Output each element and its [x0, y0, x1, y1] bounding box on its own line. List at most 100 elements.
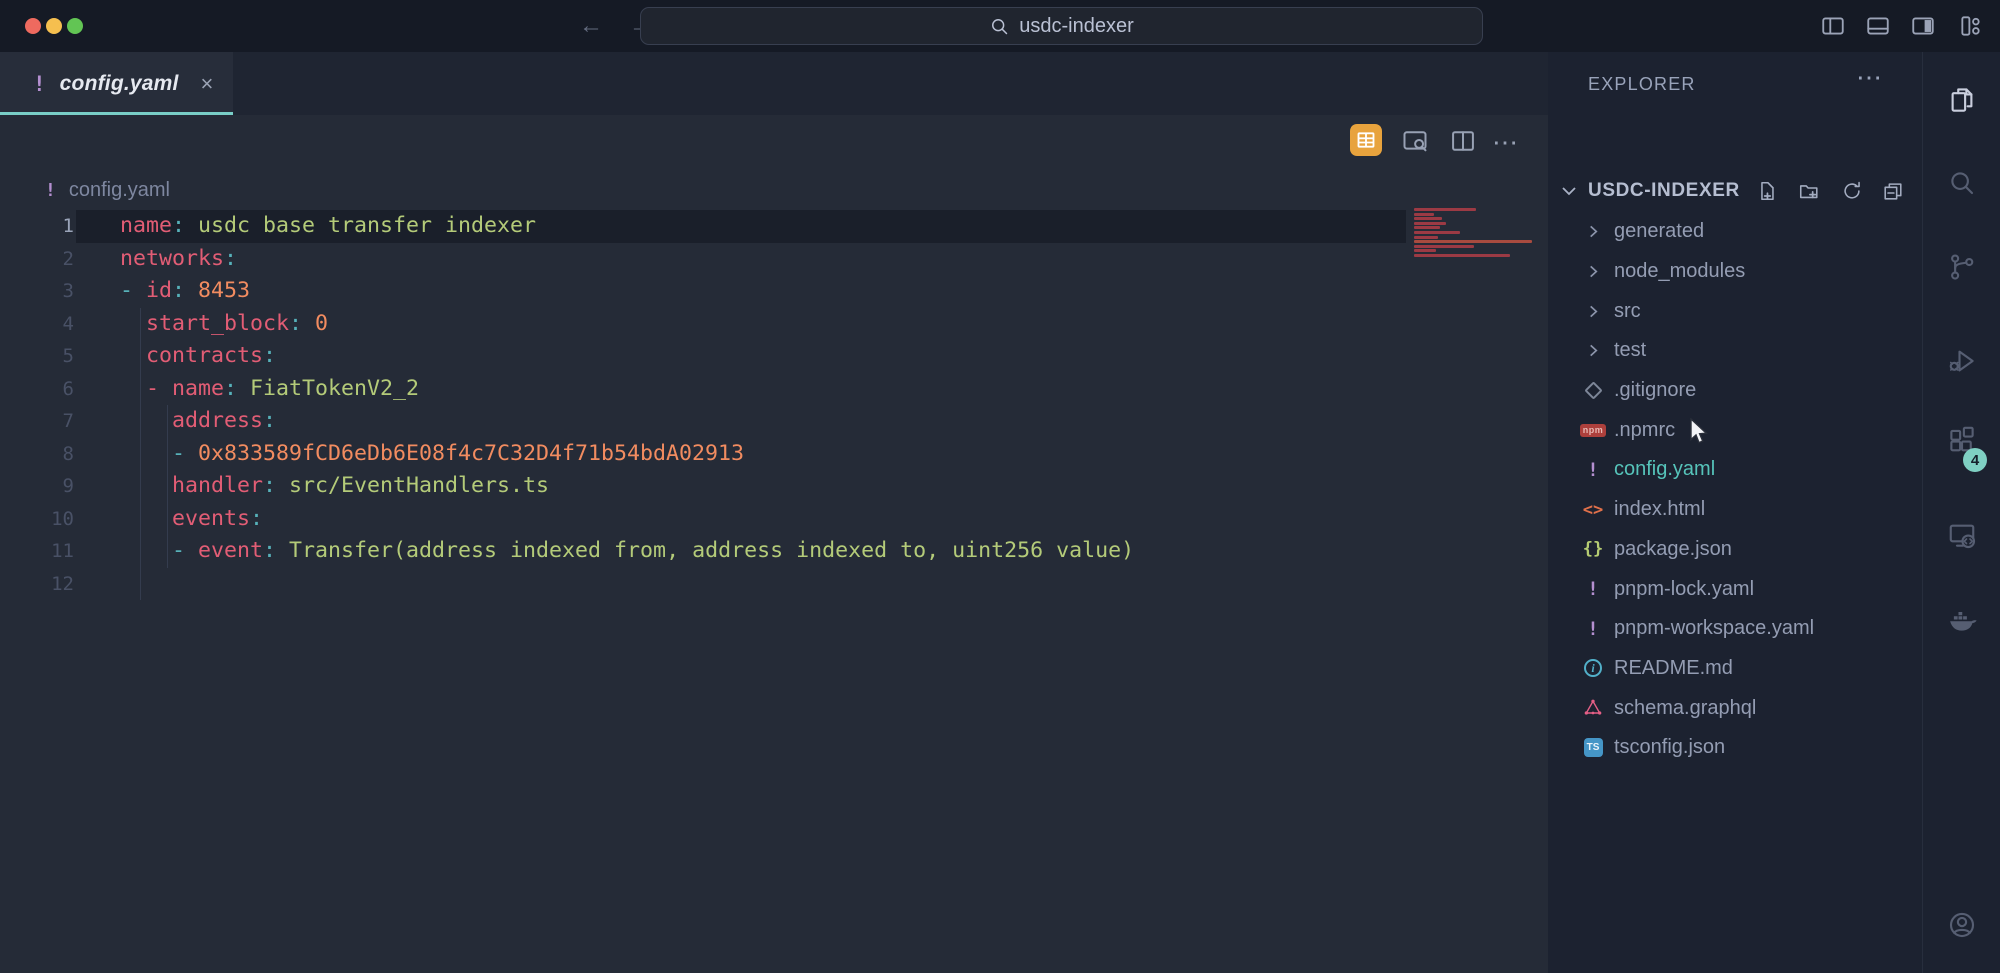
- folder-name: test: [1614, 339, 1646, 362]
- vscode-window: { "titlebar": { "search": { "value": "us…: [0, 0, 2000, 973]
- line-number: 9: [0, 470, 74, 503]
- line-number: 11: [0, 535, 74, 568]
- split-editor-icon[interactable]: [1449, 127, 1477, 155]
- chevron-right-icon: [1580, 224, 1606, 239]
- tab-label: config.yaml: [60, 72, 179, 96]
- collapse-all-icon[interactable]: [1882, 180, 1904, 202]
- folder-row[interactable]: node_modules: [1548, 252, 1922, 292]
- minimize-button[interactable]: [46, 18, 62, 34]
- editor-group: ! config.yaml × ⋯ ! config.yaml 12345678…: [0, 52, 1548, 973]
- customize-layout-icon[interactable]: [1958, 13, 1984, 39]
- chevron-right-icon: [1580, 264, 1606, 279]
- file-name: index.html: [1614, 498, 1705, 521]
- source-control-icon[interactable]: [1947, 252, 1977, 282]
- code-line: [120, 568, 1134, 601]
- search-icon[interactable]: [1947, 168, 1977, 198]
- line-number: 1: [0, 210, 74, 243]
- chevron-right-icon: [1580, 304, 1606, 319]
- toggle-panel-icon[interactable]: [1865, 13, 1891, 39]
- close-tab-icon[interactable]: ×: [201, 71, 214, 97]
- file-row[interactable]: ! pnpm-lock.yaml: [1548, 569, 1922, 609]
- new-file-icon[interactable]: [1756, 180, 1778, 202]
- info-icon: i: [1580, 659, 1606, 677]
- json-icon: {}: [1580, 539, 1606, 559]
- run-debug-icon[interactable]: [1947, 346, 1977, 376]
- open-preview-icon[interactable]: [1401, 127, 1429, 155]
- folder-row[interactable]: test: [1548, 331, 1922, 371]
- file-name: pnpm-lock.yaml: [1614, 578, 1754, 601]
- folder-name: generated: [1614, 220, 1704, 243]
- file-name: schema.graphql: [1614, 697, 1756, 720]
- activity-bar: 4: [1922, 52, 2000, 973]
- yaml-icon: !: [33, 72, 46, 96]
- minimap[interactable]: [1410, 202, 1548, 272]
- file-row[interactable]: ! pnpm-workspace.yaml: [1548, 609, 1922, 649]
- mouse-cursor: [1688, 418, 1709, 445]
- explorer-title: EXPLORER: [1588, 74, 1696, 95]
- code-line: - name: FiatTokenV2_2: [120, 373, 1134, 406]
- remote-explorer-icon[interactable]: [1947, 520, 1977, 550]
- line-number: 4: [0, 308, 74, 341]
- code-line: networks:: [120, 243, 1134, 276]
- tab-bar: ! config.yaml ×: [0, 52, 1548, 115]
- code-line: events:: [120, 503, 1134, 536]
- line-number: 7: [0, 405, 74, 438]
- code-line: start_block: 0: [120, 308, 1134, 341]
- toggle-primary-sidebar-icon[interactable]: [1820, 13, 1846, 39]
- search-value: usdc-indexer: [1019, 15, 1134, 38]
- git-icon: [1580, 384, 1606, 397]
- tab-config-yaml[interactable]: ! config.yaml ×: [0, 52, 233, 115]
- explorer-sidebar: EXPLORER ⋯ USDC-INDEXER generated node_m…: [1548, 52, 1922, 973]
- file-row[interactable]: <> index.html: [1548, 490, 1922, 530]
- file-row[interactable]: i README.md: [1548, 649, 1922, 689]
- nav-back-button[interactable]: ←: [574, 10, 608, 42]
- file-name: README.md: [1614, 657, 1733, 680]
- code-line: address:: [120, 405, 1134, 438]
- file-row[interactable]: ! config.yaml: [1548, 450, 1922, 490]
- explorer-more-actions-icon[interactable]: ⋯: [1856, 62, 1884, 93]
- code-line: - id: 8453: [120, 275, 1134, 308]
- account-icon[interactable]: [1947, 910, 1977, 940]
- npm-icon: npm: [1580, 424, 1606, 437]
- file-row[interactable]: npm .npmrc: [1548, 410, 1922, 450]
- more-actions-icon[interactable]: ⋯: [1492, 127, 1520, 155]
- yaml-icon: !: [1580, 578, 1606, 600]
- line-number: 10: [0, 503, 74, 536]
- project-root-row[interactable]: USDC-INDEXER: [1548, 172, 1922, 210]
- file-row[interactable]: schema.graphql: [1548, 688, 1922, 728]
- active-tab-indicator: [0, 112, 233, 115]
- code-line: - 0x833589fCD6eDb6E08f4c7C32D4f71b54bdA0…: [120, 438, 1134, 471]
- file-row[interactable]: .gitignore: [1548, 371, 1922, 411]
- titlebar: ← → usdc-indexer: [0, 0, 2000, 52]
- folder-row[interactable]: generated: [1548, 212, 1922, 252]
- folder-row[interactable]: src: [1548, 291, 1922, 331]
- file-row[interactable]: TS tsconfig.json: [1548, 728, 1922, 768]
- file-row[interactable]: {} package.json: [1548, 530, 1922, 570]
- folder-name: src: [1614, 300, 1641, 323]
- yaml-icon: !: [1580, 618, 1606, 640]
- files-icon[interactable]: [1947, 85, 1977, 115]
- chevron-down-icon: [1560, 182, 1580, 200]
- maximize-button[interactable]: [67, 18, 83, 34]
- breadcrumb[interactable]: ! config.yaml: [45, 167, 170, 213]
- close-button[interactable]: [25, 18, 41, 34]
- toggle-secondary-sidebar-icon[interactable]: [1910, 13, 1936, 39]
- command-center-search[interactable]: usdc-indexer: [640, 7, 1483, 45]
- code-area[interactable]: name: usdc base transfer indexernetworks…: [120, 210, 1134, 600]
- line-number: 5: [0, 340, 74, 373]
- file-name: tsconfig.json: [1614, 736, 1725, 759]
- yaml-icon: !: [45, 180, 56, 201]
- file-tree: generated node_modules src test .gitigno…: [1548, 212, 1922, 768]
- line-number: 6: [0, 373, 74, 406]
- new-folder-icon[interactable]: [1798, 180, 1820, 202]
- table-extension-icon[interactable]: [1350, 124, 1382, 156]
- search-icon: [989, 16, 1010, 37]
- refresh-icon[interactable]: [1841, 180, 1863, 202]
- line-number: 2: [0, 243, 74, 276]
- code-line: name: usdc base transfer indexer: [120, 210, 1134, 243]
- code-line: handler: src/EventHandlers.ts: [120, 470, 1134, 503]
- breadcrumb-label: config.yaml: [69, 179, 170, 202]
- yaml-icon: !: [1580, 459, 1606, 481]
- docker-icon[interactable]: [1947, 605, 1977, 635]
- graphql-icon: [1580, 698, 1606, 718]
